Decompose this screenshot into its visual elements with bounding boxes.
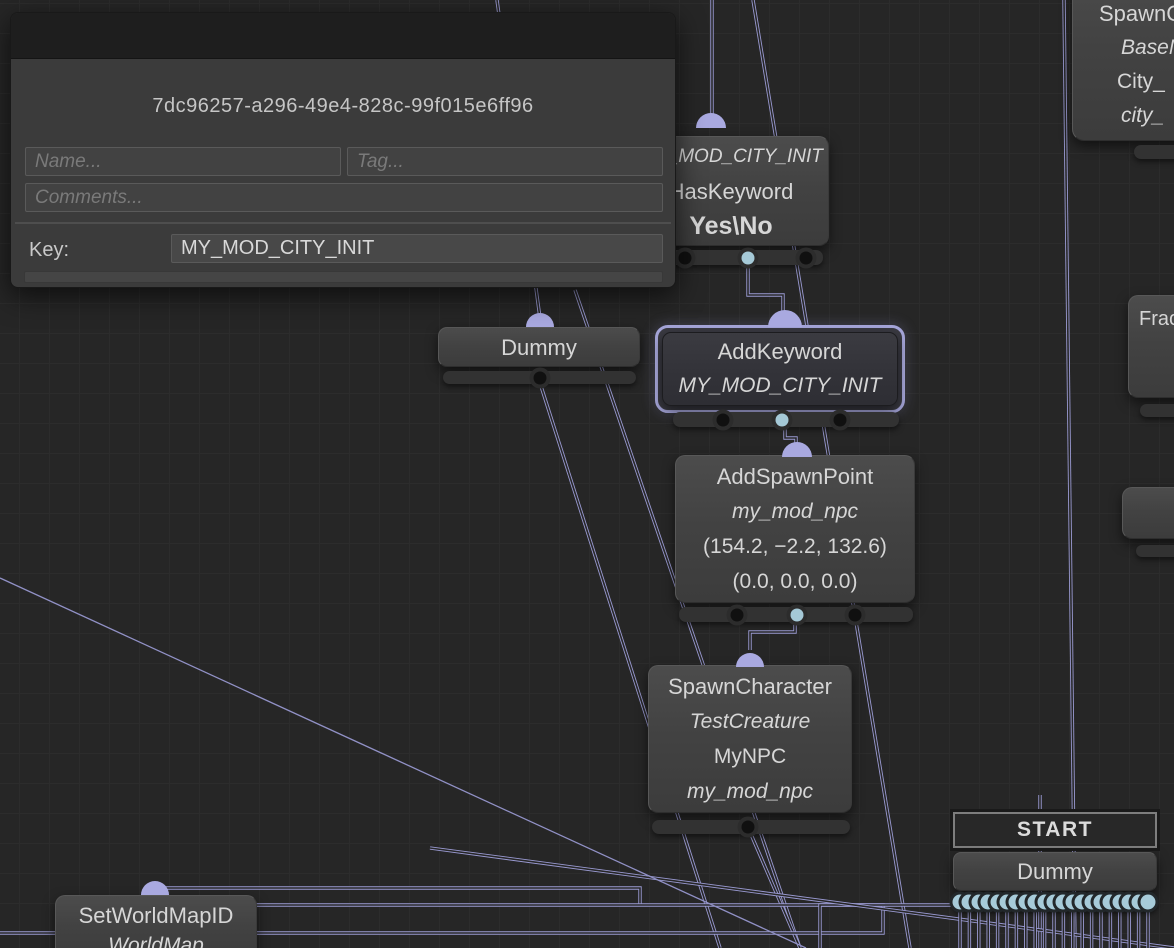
input-connector[interactable] [526, 313, 554, 327]
node-spawn-character[interactable]: SpawnCharacter TestCreature MyNPC my_mod… [648, 650, 854, 837]
node-output-bar [1136, 545, 1174, 557]
node-output-bar [1140, 404, 1174, 417]
node-add-spawn-point[interactable]: AddSpawnPoint my_mod_npc (154.2, −2.2, 1… [675, 440, 917, 627]
node-output-bar [673, 412, 899, 427]
node-output-bar [443, 371, 636, 384]
output-pin[interactable] [799, 251, 813, 264]
start-output-pin[interactable] [1140, 894, 1156, 910]
node-line: City_ [1117, 70, 1165, 93]
node-title: HasKeyword [668, 178, 794, 204]
node-title: Dummy [1017, 859, 1093, 884]
node-frac[interactable]: Frac [1128, 295, 1174, 425]
node-title: SpawnCh [1099, 1, 1174, 26]
start-pins-row [952, 893, 1157, 911]
node-small-right[interactable] [1122, 487, 1174, 559]
output-pin[interactable] [741, 820, 755, 834]
output-pin[interactable] [678, 251, 692, 264]
input-connector[interactable] [696, 113, 726, 128]
output-pin[interactable] [730, 608, 744, 621]
tag-input[interactable] [347, 147, 663, 176]
key-label: Key: [29, 239, 70, 261]
node-branches: Yes\No [689, 211, 773, 240]
start-node-group[interactable]: START Dummy [952, 812, 1157, 912]
output-pin-connected[interactable] [790, 608, 804, 621]
input-connector[interactable] [768, 310, 802, 327]
node-output-bar [652, 820, 850, 834]
panel-divider [15, 222, 671, 224]
node-dummy-top[interactable]: Dummy [438, 312, 640, 386]
node-title: Frac [1139, 308, 1174, 330]
name-input[interactable] [25, 147, 341, 176]
node-title: AddKeyword [717, 339, 843, 364]
output-pin[interactable] [833, 413, 847, 426]
output-pin[interactable] [533, 371, 547, 384]
input-connector[interactable] [736, 653, 764, 667]
node-rotation: (0.0, 0.0, 0.0) [732, 570, 858, 593]
output-pin[interactable] [848, 608, 862, 621]
panel-titlebar[interactable] [11, 13, 675, 59]
node-title: SpawnCharacter [668, 674, 832, 699]
output-pin[interactable] [716, 413, 730, 426]
node-output-bar [679, 607, 913, 622]
input-connector[interactable] [782, 442, 812, 457]
node-line: MyNPC [713, 745, 787, 768]
node-line: city_ [1121, 104, 1165, 127]
node-graph-canvas[interactable]: MY_MOD_CITY_INIT HasKeyword Yes\No Spawn… [0, 0, 1174, 948]
node-guid: 7dc96257-a296-49e4-828c-99f015e6ff96 [152, 95, 534, 117]
key-input[interactable] [171, 234, 663, 263]
node-title: AddSpawnPoint [716, 464, 874, 489]
node-spawn-character-top[interactable]: SpawnCh BaseM City_ city_ [1072, 0, 1174, 194]
output-pin-connected[interactable] [741, 251, 755, 264]
node-title: Dummy [501, 334, 577, 360]
comments-input[interactable] [25, 183, 663, 212]
node-add-keyword-selected[interactable]: AddKeyword MY_MOD_CITY_INIT [655, 308, 911, 430]
node-keyword: MY_MOD_CITY_INIT [678, 374, 882, 397]
input-connector[interactable] [141, 881, 169, 895]
node-title: SetWorldMapID [78, 903, 234, 928]
node-line: TestCreature [689, 710, 811, 733]
start-label-box: START [953, 812, 1157, 848]
node-set-world-map-id[interactable]: SetWorldMapID WorldMap [55, 881, 257, 948]
node-coordinates: (154.2, −2.2, 132.6) [703, 535, 887, 558]
node-line: BaseM [1121, 36, 1174, 59]
panel-scrollbar[interactable] [24, 271, 663, 283]
node-line: my_mod_npc [731, 500, 859, 523]
properties-panel: 7dc96257-a296-49e4-828c-99f015e6ff96 Key… [10, 12, 676, 288]
node-output-bar [1134, 145, 1174, 159]
node-line: WorldMap [108, 934, 204, 948]
output-pin-connected[interactable] [775, 413, 789, 426]
node-line: my_mod_npc [686, 780, 814, 803]
start-label: START [1017, 818, 1093, 841]
